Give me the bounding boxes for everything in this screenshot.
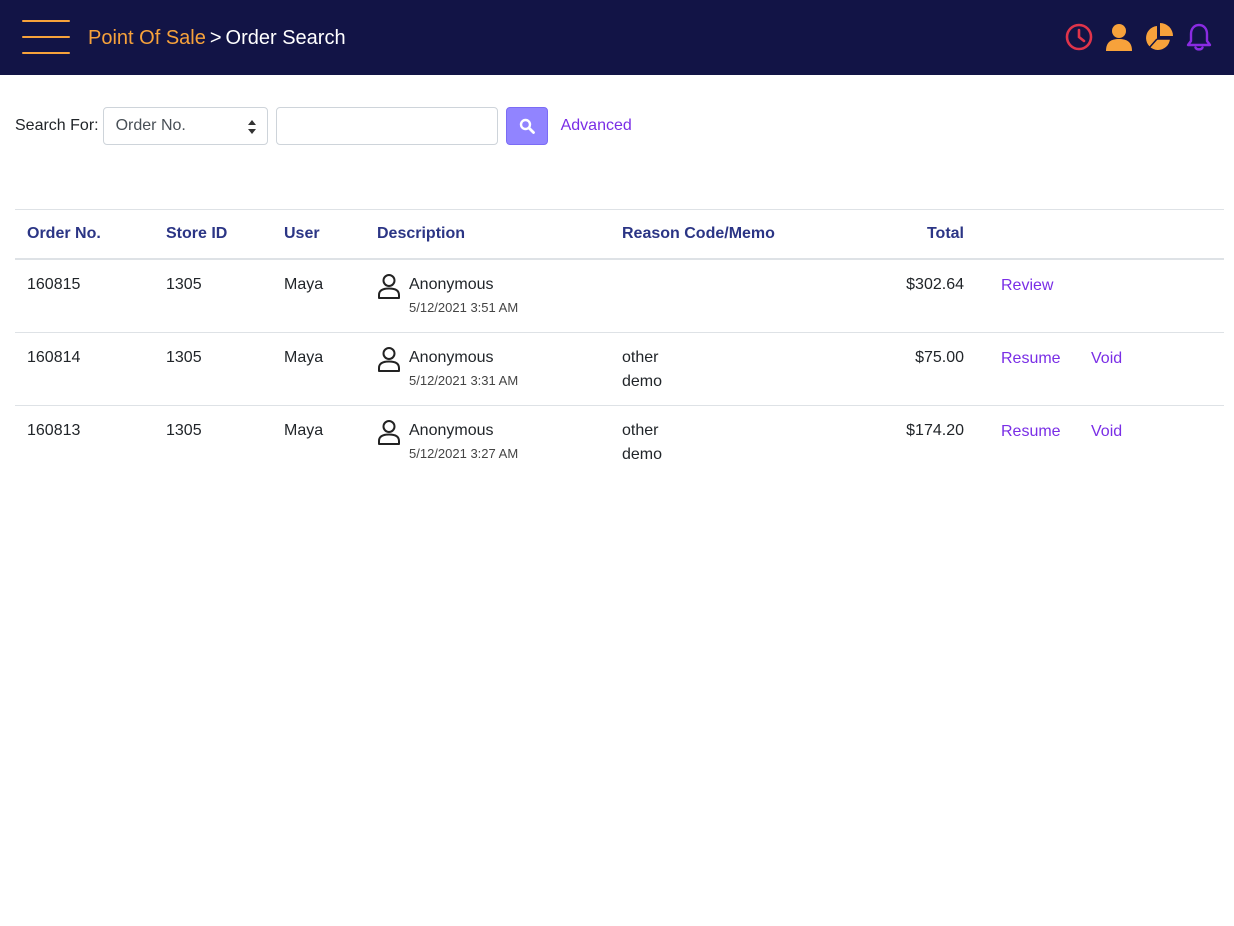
breadcrumb-home-link[interactable]: Point Of Sale: [88, 27, 206, 49]
user-cell: Maya: [284, 276, 324, 293]
search-field-select-value: Order No.: [115, 117, 186, 134]
search-row: Search For: Order No. Advanced: [15, 107, 632, 145]
total-cell: $302.64: [906, 276, 964, 293]
resume-link[interactable]: Resume: [1001, 349, 1061, 369]
user-cell: Maya: [284, 349, 324, 366]
breadcrumb: Point Of Sale > Order Search: [88, 24, 346, 52]
orders-table: Order No. Store ID User Description Reas…: [15, 209, 1224, 479]
memo-text: demo: [622, 373, 663, 390]
header-description[interactable]: Description: [377, 225, 465, 243]
header-reason-code-memo[interactable]: Reason Code/Memo: [622, 225, 775, 243]
description-cell: Anonymous 5/12/2021 3:31 AM: [377, 347, 519, 390]
reason-code: other: [622, 349, 659, 366]
resume-link[interactable]: Resume: [1001, 422, 1061, 442]
select-caret-icon: [247, 120, 256, 134]
search-input[interactable]: [275, 107, 498, 145]
order-date: 5/12/2021 3:51 AM: [409, 300, 519, 315]
description-cell: Anonymous 5/12/2021 3:51 AM: [377, 274, 519, 317]
search-field-select[interactable]: Order No.: [102, 107, 268, 145]
clock-icon[interactable]: [1064, 22, 1094, 52]
person-outline-icon: [378, 347, 400, 372]
customer-name: Anonymous: [409, 349, 494, 366]
description-cell: Anonymous 5/12/2021 3:27 AM: [377, 420, 519, 463]
top-bar: Point Of Sale > Order Search: [0, 0, 1234, 75]
page-title: Order Search: [225, 27, 346, 49]
table-row: 160813 1305 Maya Anonymous 5/12/2021 3:2…: [15, 406, 1224, 479]
search-button[interactable]: [505, 107, 548, 145]
store-id-cell: 1305: [166, 276, 202, 293]
header-icons: [1064, 22, 1214, 52]
memo-cell: other demo: [622, 419, 662, 467]
header-order-no[interactable]: Order No.: [27, 225, 101, 243]
person-outline-icon: [378, 420, 400, 445]
table-row: 160815 1305 Maya Anonymous 5/12/2021 3:5…: [15, 260, 1224, 333]
store-id-cell: 1305: [166, 422, 202, 439]
breadcrumb-separator: >: [209, 27, 222, 49]
search-for-label: Search For:: [15, 117, 99, 134]
memo-cell: other demo: [622, 346, 662, 394]
order-no-cell: 160815: [27, 276, 81, 293]
order-no-cell: 160813: [27, 422, 81, 439]
total-cell: $174.20: [906, 422, 964, 439]
review-link[interactable]: Review: [1001, 276, 1053, 296]
person-outline-icon: [378, 274, 400, 299]
order-date: 5/12/2021 3:31 AM: [409, 373, 519, 388]
table-header: Order No. Store ID User Description Reas…: [15, 210, 1224, 260]
user-cell: Maya: [284, 422, 324, 439]
customer-name: Anonymous: [409, 276, 494, 293]
advanced-search-link[interactable]: Advanced: [561, 117, 632, 135]
hamburger-menu-icon[interactable]: [22, 20, 70, 54]
header-user[interactable]: User: [284, 225, 320, 243]
bell-icon[interactable]: [1184, 22, 1214, 52]
pie-chart-icon[interactable]: [1144, 22, 1174, 52]
customer-name: Anonymous: [409, 422, 494, 439]
order-no-cell: 160814: [27, 349, 81, 366]
header-store-id[interactable]: Store ID: [166, 225, 227, 243]
void-link[interactable]: Void: [1091, 422, 1122, 442]
user-icon[interactable]: [1104, 22, 1134, 52]
store-id-cell: 1305: [166, 349, 202, 366]
void-link[interactable]: Void: [1091, 349, 1122, 369]
search-icon: [519, 118, 535, 134]
memo-text: demo: [622, 446, 663, 463]
reason-code: other: [622, 422, 659, 439]
table-row: 160814 1305 Maya Anonymous 5/12/2021 3:3…: [15, 333, 1224, 406]
order-date: 5/12/2021 3:27 AM: [409, 446, 519, 461]
total-cell: $75.00: [915, 349, 964, 366]
header-total[interactable]: Total: [927, 225, 964, 243]
